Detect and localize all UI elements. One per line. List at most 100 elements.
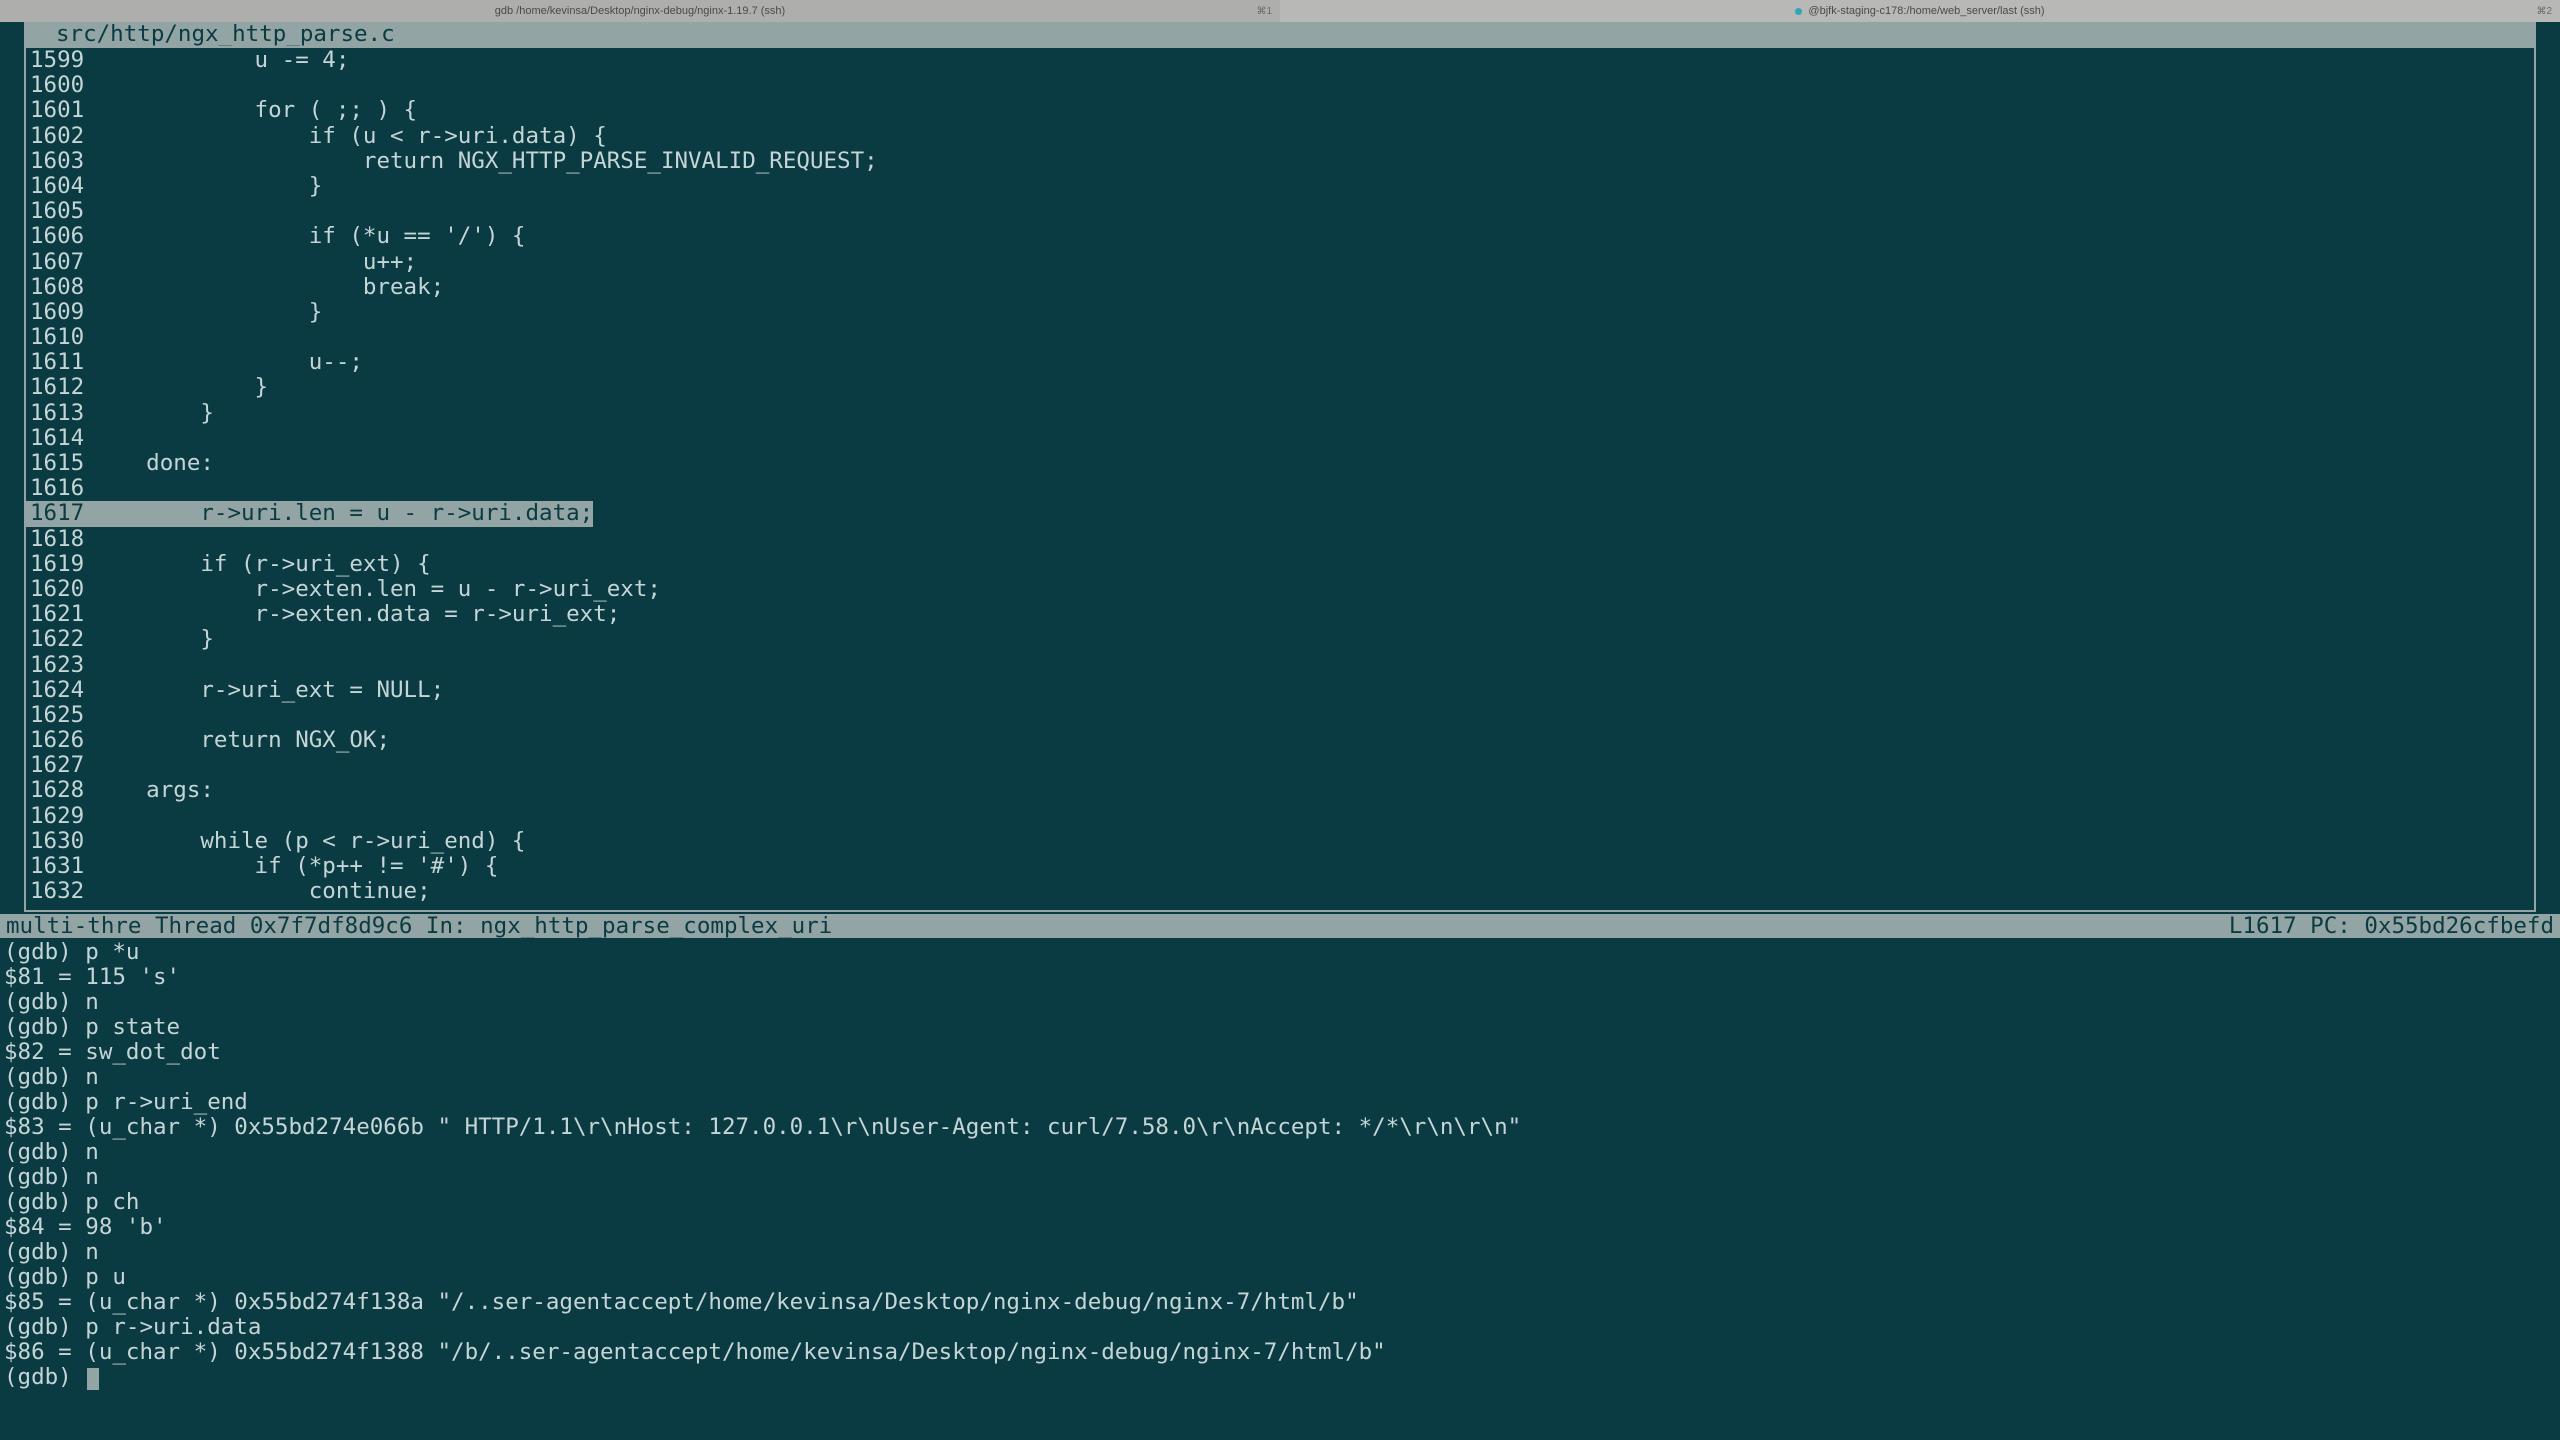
line-number: 1622 (26, 627, 92, 652)
code-text: break; (92, 275, 444, 300)
console-line: (gdb) n (4, 1165, 2556, 1190)
line-number: 1609 (26, 300, 92, 325)
source-row: 1626 return NGX_OK; (26, 728, 2534, 753)
line-number: 1606 (26, 224, 92, 249)
source-code-viewport[interactable]: 1599 u -= 4;16001601 for ( ;; ) {1602 if… (24, 46, 2536, 912)
source-row: 1607 u++; (26, 250, 2534, 275)
code-text: while (p < r->uri_end) { (92, 829, 525, 854)
activity-dot-icon (1795, 8, 1802, 15)
terminal-tab-1[interactable]: gdb /home/kevinsa/Desktop/nginx-debug/ng… (0, 0, 1280, 22)
code-text: return NGX_HTTP_PARSE_INVALID_REQUEST; (92, 149, 878, 174)
source-row: 1606 if (*u == '/') { (26, 224, 2534, 249)
code-text: if (r->uri_ext) { (92, 552, 431, 577)
line-number: 1602 (26, 124, 92, 149)
source-row: 1614 (26, 426, 2534, 451)
source-row: 1601 for ( ;; ) { (26, 98, 2534, 123)
source-row: 1599 u -= 4; (26, 48, 2534, 73)
source-row: 1622 } (26, 627, 2534, 652)
line-number: 1599 (26, 48, 92, 73)
line-number: 1608 (26, 275, 92, 300)
source-row: 1623 (26, 653, 2534, 678)
code-text: if (*u == '/') { (92, 224, 525, 249)
window-titlebar: gdb /home/kevinsa/Desktop/nginx-debug/ng… (0, 0, 2560, 22)
console-line: (gdb) p ch (4, 1190, 2556, 1215)
tab-label: @bjfk-staging-c178:/home/web_server/last… (1808, 5, 2044, 17)
source-row: 1613 } (26, 401, 2534, 426)
source-row: 1602 if (u < r->uri.data) { (26, 124, 2534, 149)
source-row: 1610 (26, 325, 2534, 350)
source-row: 1608 break; (26, 275, 2534, 300)
line-number: 1618 (26, 527, 92, 552)
console-line: (gdb) p state (4, 1015, 2556, 1040)
code-text: for ( ;; ) { (92, 98, 417, 123)
line-number: 1604 (26, 174, 92, 199)
terminal-tab-2[interactable]: @bjfk-staging-c178:/home/web_server/last… (1280, 0, 2560, 22)
console-line: (gdb) n (4, 1065, 2556, 1090)
line-number: 1621 (26, 602, 92, 627)
source-row: 1620 r->exten.len = u - r->uri_ext; (26, 577, 2534, 602)
source-row: 1630 while (p < r->uri_end) { (26, 829, 2534, 854)
current-line-marker-icon: > (24, 501, 26, 526)
line-number: 1610 (26, 325, 92, 350)
code-text: r->uri_ext = NULL; (92, 678, 444, 703)
source-row: 1631 if (*p++ != '#') { (26, 854, 2534, 879)
line-number: 1626 (26, 728, 92, 753)
code-text: u++; (92, 250, 417, 275)
source-row: 1619 if (r->uri_ext) { (26, 552, 2534, 577)
source-path-header: src/http/ngx_http_parse.c (0, 22, 2560, 46)
tab-label: gdb /home/kevinsa/Desktop/nginx-debug/ng… (495, 5, 785, 17)
code-text: continue; (92, 879, 431, 904)
line-number: 1612 (26, 375, 92, 400)
code-text: } (92, 174, 322, 199)
source-row: 1611 u--; (26, 350, 2534, 375)
source-row: 1627 (26, 753, 2534, 778)
source-row: 1600 (26, 73, 2534, 98)
line-number: 1614 (26, 426, 92, 451)
console-line: (gdb) p r->uri_end (4, 1090, 2556, 1115)
code-text: } (92, 401, 214, 426)
line-number: 1603 (26, 149, 92, 174)
code-text: args: (92, 778, 214, 803)
source-row: 1612 } (26, 375, 2534, 400)
code-text: r->uri.len = u - r->uri.data; (92, 501, 593, 526)
source-row: 1616 (26, 476, 2534, 501)
line-number: 1611 (26, 350, 92, 375)
line-number: 1624 (26, 678, 92, 703)
console-line: $81 = 115 's' (4, 965, 2556, 990)
console-line: (gdb) (4, 1365, 2556, 1390)
source-row: 1609 } (26, 300, 2534, 325)
line-number: 1617 (26, 501, 92, 526)
line-number: 1600 (26, 73, 92, 98)
line-number: 1607 (26, 250, 92, 275)
console-line: (gdb) n (4, 1140, 2556, 1165)
line-number: 1620 (26, 577, 92, 602)
line-number: 1632 (26, 879, 92, 904)
source-row: 1604 } (26, 174, 2534, 199)
source-row: 1632 continue; (26, 879, 2534, 904)
status-right: L1617 PC: 0x55bd26cfbefd (2229, 913, 2554, 939)
code-text: } (92, 375, 268, 400)
source-row: 1605 (26, 199, 2534, 224)
line-number: 1619 (26, 552, 92, 577)
source-row: 1624 r->uri_ext = NULL; (26, 678, 2534, 703)
status-left: multi-thre Thread 0x7f7df8d9c6 In: ngx_h… (6, 913, 832, 939)
code-text: if (u < r->uri.data) { (92, 124, 607, 149)
console-line: (gdb) n (4, 1240, 2556, 1265)
console-line: $84 = 98 'b' (4, 1215, 2556, 1240)
line-number: 1631 (26, 854, 92, 879)
gdb-status-bar: multi-thre Thread 0x7f7df8d9c6 In: ngx_h… (0, 914, 2560, 938)
line-number: 1616 (26, 476, 92, 501)
line-number: 1601 (26, 98, 92, 123)
source-row: 1629 (26, 804, 2534, 829)
cursor-icon (87, 1368, 99, 1390)
code-text: u--; (92, 350, 363, 375)
code-text: r->exten.len = u - r->uri_ext; (92, 577, 661, 602)
console-line: (gdb) p r->uri.data (4, 1315, 2556, 1340)
source-row: 1621 r->exten.data = r->uri_ext; (26, 602, 2534, 627)
code-text: } (92, 300, 322, 325)
line-number: 1615 (26, 451, 92, 476)
source-path: src/http/ngx_http_parse.c (56, 21, 395, 47)
gdb-console[interactable]: (gdb) p *u$81 = 115 's'(gdb) n(gdb) p st… (0, 938, 2560, 1440)
code-text: return NGX_OK; (92, 728, 390, 753)
console-line: $85 = (u_char *) 0x55bd274f138a "/..ser-… (4, 1290, 2556, 1315)
